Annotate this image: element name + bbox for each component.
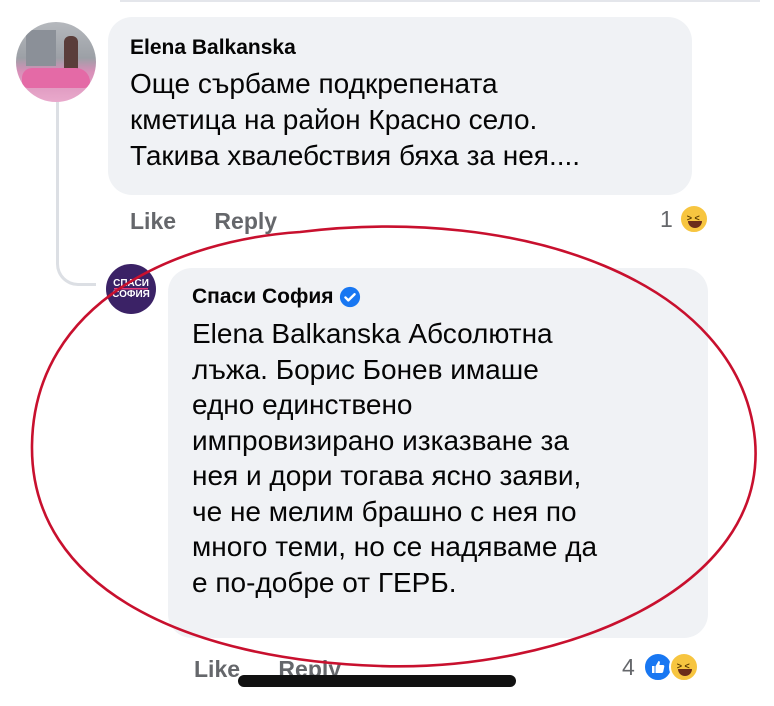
- avatar-logo-text: СПАСИ: [113, 278, 149, 289]
- avatar-logo-text: СОФИЯ: [112, 289, 150, 300]
- reaction-count: 4: [622, 653, 635, 680]
- comment-bubble-elena: Elena Balkanska Още сърбаме подкрепената…: [108, 17, 692, 195]
- top-divider: [120, 0, 760, 2]
- verified-badge-icon: [339, 286, 361, 308]
- comment-text-line: импровизирано изказване за: [192, 424, 569, 456]
- comment-bubble-spasi-sofia: Спаси София Elena Balkanska Абсолютна лъ…: [168, 268, 708, 638]
- haha-icon: > <: [678, 204, 709, 234]
- elena-avatar[interactable]: [16, 22, 96, 102]
- comment-text-line: Такива хвалебствия бяха за нея....: [130, 140, 581, 171]
- spasi-sofia-avatar[interactable]: СПАСИ СОФИЯ: [106, 264, 156, 314]
- comment-text: Още сърбаме подкрепената кметица на райо…: [130, 66, 670, 174]
- comment-text-line: лъжа. Борис Бонев имаше: [192, 353, 539, 385]
- reply-button[interactable]: Reply: [214, 208, 277, 234]
- home-indicator: [238, 675, 516, 687]
- comment-actions: Like Reply: [130, 208, 309, 235]
- reaction-summary[interactable]: 4 > <: [622, 652, 699, 682]
- comment-text-line: Още сърбаме подкрепената: [130, 68, 498, 99]
- comment-text-line: кметица на район Красно село.: [130, 104, 538, 135]
- reaction-count: 1: [660, 205, 673, 232]
- comment-text: Elena Balkanska Абсолютна лъжа. Борис Бо…: [192, 316, 684, 600]
- haha-icon: > <: [668, 652, 699, 682]
- comment-author[interactable]: Спаси София: [192, 284, 333, 310]
- comment-author-row: Спаси София: [192, 284, 684, 310]
- comment-author[interactable]: Elena Balkanska: [130, 35, 670, 61]
- reaction-summary[interactable]: 1 > <: [660, 204, 709, 234]
- comment-text-line: много теми, но се надяваме да: [192, 531, 598, 562]
- comment-text-line: че не мелим брашно с нея по: [192, 495, 577, 527]
- comment-text-line: е по-добре от ГЕРБ.: [192, 566, 457, 598]
- comment-text-line: Elena Balkanska Абсолютна: [192, 318, 553, 349]
- like-button[interactable]: Like: [130, 208, 176, 234]
- comment-text-line: едно единствено: [192, 389, 413, 420]
- comment-text-line: нея и дори тогава ясно заяви,: [192, 460, 582, 491]
- reply-thread-line: [56, 100, 96, 286]
- like-button[interactable]: Like: [194, 656, 240, 682]
